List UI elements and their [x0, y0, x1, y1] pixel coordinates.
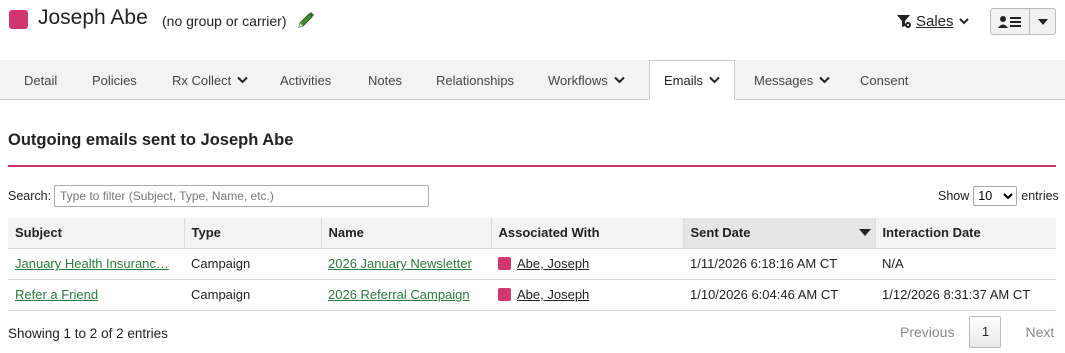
- tab-messages[interactable]: Messages: [754, 60, 830, 100]
- table-info: Showing 1 to 2 of 2 entries: [8, 326, 168, 341]
- column-header-type[interactable]: Type: [184, 218, 322, 248]
- chevron-down-icon: [958, 18, 969, 25]
- contact-color-swatch: [498, 257, 511, 270]
- tab-label: Consent: [860, 72, 909, 88]
- cell-associated-with: Abe, Joseph: [491, 247, 683, 279]
- cell-name: 2026 January Newsletter: [321, 247, 491, 279]
- pagination: Previous 1 Next: [890, 315, 1064, 348]
- search-input[interactable]: [54, 185, 429, 207]
- column-header-label: Sent Date: [690, 225, 751, 241]
- user-list-icon: [998, 15, 1021, 28]
- chevron-down-icon: [709, 76, 720, 84]
- group-carrier-label: (no group or carrier): [162, 13, 287, 29]
- sales-filter-dropdown[interactable]: Sales: [896, 11, 970, 31]
- tab-label: Notes: [368, 72, 402, 88]
- associated-contact-link[interactable]: Abe, Joseph: [517, 287, 589, 302]
- sales-filter-label: Sales: [916, 12, 954, 30]
- campaign-name-link[interactable]: 2026 January Newsletter: [328, 256, 472, 271]
- table-row: Refer a Friend Campaign 2026 Referral Ca…: [8, 278, 1056, 311]
- column-header-interaction-date[interactable]: Interaction Date: [875, 218, 1056, 248]
- page-length-control: Show 10 entries: [938, 185, 1059, 207]
- tab-emails[interactable]: Emails: [649, 60, 736, 100]
- tab-relationships[interactable]: Relationships: [436, 60, 514, 100]
- page-length-select[interactable]: 10: [973, 186, 1018, 206]
- tab-notes[interactable]: Notes: [368, 60, 402, 100]
- subject-link[interactable]: January Health Insuranc…: [15, 256, 169, 271]
- record-name: Joseph Abe: [38, 6, 148, 29]
- user-menu-button[interactable]: [990, 8, 1056, 35]
- user-list-button[interactable]: [991, 9, 1030, 34]
- campaign-name-link[interactable]: 2026 Referral Campaign: [328, 287, 470, 302]
- caret-down-icon: [1037, 18, 1048, 25]
- cell-subject: Refer a Friend: [8, 278, 184, 311]
- cell-interaction-date: 1/12/2026 8:31:37 AM CT: [875, 278, 1056, 311]
- pencil-icon[interactable]: [296, 10, 316, 30]
- search-label: Search:: [8, 189, 52, 203]
- cell-sent-date: 1/11/2026 6:18:16 AM CT: [683, 247, 875, 279]
- contact-color-swatch: [498, 288, 511, 301]
- tab-consent[interactable]: Consent: [860, 60, 908, 100]
- show-suffix: entries: [1021, 189, 1059, 203]
- tab-workflows[interactable]: Workflows: [548, 60, 625, 100]
- cell-interaction-date: N/A: [875, 247, 1056, 279]
- chevron-down-icon: [614, 76, 625, 84]
- tab-label: Rx Collect: [172, 72, 232, 88]
- tab-activities[interactable]: Activities: [280, 60, 331, 100]
- cell-sent-date: 1/10/2026 6:04:46 AM CT: [683, 278, 875, 311]
- tab-label: Emails: [664, 72, 704, 88]
- column-header-sent-date[interactable]: Sent Date: [683, 218, 876, 248]
- user-menu-caret[interactable]: [1030, 9, 1055, 34]
- cell-subject: January Health Insuranc…: [8, 247, 184, 279]
- column-header-associated-with[interactable]: Associated With: [491, 218, 684, 248]
- subject-link[interactable]: Refer a Friend: [15, 287, 98, 302]
- sort-descending-icon: [858, 229, 871, 236]
- table-header-row: Subject Type Name Associated With Sent D…: [8, 218, 1056, 248]
- section-title: Outgoing emails sent to Joseph Abe: [8, 131, 294, 149]
- cell-type: Campaign: [184, 278, 321, 311]
- filter-icon: [897, 15, 911, 28]
- chevron-down-icon: [819, 76, 830, 84]
- previous-page-button[interactable]: Previous: [890, 324, 964, 340]
- tab-label: Detail: [24, 72, 58, 88]
- show-prefix: Show: [938, 189, 970, 203]
- cell-associated-with: Abe, Joseph: [491, 278, 683, 311]
- tab-label: Relationships: [436, 72, 515, 88]
- chevron-down-icon: [237, 76, 248, 84]
- record-tabs: Detail Policies Rx Collect Activities No…: [0, 60, 1065, 100]
- tab-label: Activities: [280, 72, 332, 88]
- associated-contact-link[interactable]: Abe, Joseph: [517, 256, 589, 271]
- column-header-subject[interactable]: Subject: [8, 218, 185, 248]
- cell-name: 2026 Referral Campaign: [321, 278, 491, 311]
- record-header: Joseph Abe (no group or carrier) Sales: [0, 0, 1065, 42]
- emails-table: Subject Type Name Associated With Sent D…: [8, 218, 1056, 311]
- tab-label: Policies: [92, 72, 137, 88]
- tab-label: Messages: [754, 72, 814, 88]
- page-button-current[interactable]: 1: [969, 315, 1002, 348]
- table-row: January Health Insuranc… Campaign 2026 J…: [8, 247, 1056, 279]
- cell-type: Campaign: [184, 247, 321, 279]
- record-color-swatch: [9, 10, 28, 29]
- tab-detail[interactable]: Detail: [24, 60, 57, 100]
- tab-policies[interactable]: Policies: [92, 60, 137, 100]
- next-page-button[interactable]: Next: [1015, 324, 1064, 340]
- section-divider: [8, 165, 1056, 167]
- tab-rx-collect[interactable]: Rx Collect: [172, 60, 248, 100]
- tab-label: Workflows: [548, 72, 608, 88]
- column-header-name[interactable]: Name: [321, 218, 492, 248]
